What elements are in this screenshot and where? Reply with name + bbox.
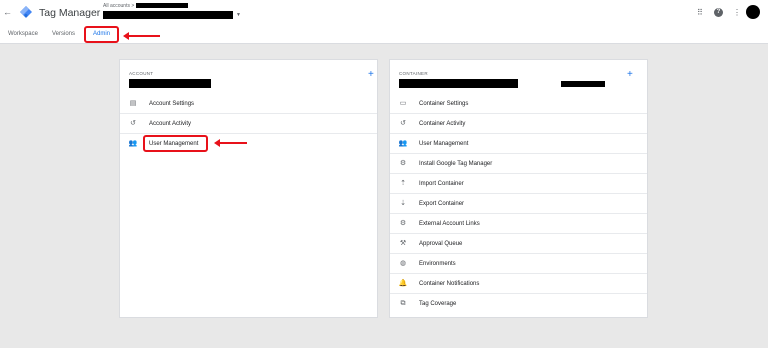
- tag-coverage-label: Tag Coverage: [419, 301, 457, 307]
- window-icon: ▭: [399, 100, 407, 107]
- breadcrumb-text: All accounts >: [103, 3, 135, 9]
- export-container-label: Export Container: [419, 201, 465, 207]
- install-gtm-label: Install Google Tag Manager: [419, 161, 493, 167]
- history-icon: ↺: [400, 120, 406, 127]
- container-section-label: CONTAINER: [399, 71, 428, 76]
- gavel-icon: ⚒: [399, 240, 407, 247]
- upload-icon: ⇡: [400, 180, 406, 187]
- redacted-container-title: [399, 79, 518, 88]
- admin-arrow-annotation: [123, 32, 160, 40]
- import-container-item[interactable]: ⇡ Import Container: [390, 174, 647, 194]
- container-settings-item[interactable]: ▭ Container Settings: [390, 94, 647, 114]
- container-activity-label: Container Activity: [419, 121, 466, 127]
- apps-grid-icon[interactable]: ⠿: [697, 8, 703, 17]
- approval-queue-label: Approval Queue: [419, 241, 463, 247]
- more-vert-icon[interactable]: ⋮: [733, 8, 741, 17]
- user-management-arrow-annotation: [214, 139, 247, 147]
- account-section-label: ACCOUNT: [129, 71, 154, 76]
- tag-coverage-item[interactable]: ⧉ Tag Coverage: [390, 294, 647, 314]
- gear-icon: ⚙: [399, 220, 407, 227]
- globe-icon: ◍: [399, 260, 407, 267]
- redacted-container-name[interactable]: [103, 11, 233, 19]
- container-card: CONTAINER + ▭ Container Settings ↺ Conta…: [389, 59, 648, 318]
- account-card: ACCOUNT + ▤ Account Settings ↺ Account A…: [119, 59, 378, 318]
- tab-workspace[interactable]: Workspace: [8, 31, 38, 38]
- people-icon: 👥: [128, 140, 138, 147]
- redacted-account-name: [136, 3, 189, 9]
- redacted-container-id: [561, 81, 605, 87]
- top-app-bar: ← Tag Manager All accounts > ▼ ⠿ ? ⋮: [0, 0, 768, 25]
- history-icon: ↺: [130, 120, 136, 127]
- app-title: Tag Manager: [39, 7, 101, 19]
- tab-versions[interactable]: Versions: [52, 31, 75, 38]
- avatar[interactable]: [746, 5, 760, 19]
- building-icon: ▤: [129, 100, 137, 107]
- breadcrumb[interactable]: All accounts >: [103, 3, 189, 9]
- sitemap-icon: ⧉: [400, 300, 406, 307]
- admin-highlight-box: [84, 26, 119, 43]
- chevron-down-icon[interactable]: ▼: [236, 12, 241, 18]
- external-account-links-item[interactable]: ⚙ External Account Links: [390, 214, 647, 234]
- container-user-management-label: User Management: [419, 141, 469, 147]
- account-settings-label: Account Settings: [149, 101, 195, 107]
- container-notifications-item[interactable]: 🔔 Container Notifications: [390, 274, 647, 294]
- people-icon: 👥: [398, 140, 408, 147]
- container-user-management-item[interactable]: 👥 User Management: [390, 134, 647, 154]
- bell-icon: 🔔: [398, 280, 408, 287]
- approval-queue-item[interactable]: ⚒ Approval Queue: [390, 234, 647, 254]
- install-gtm-item[interactable]: ⚙ Install Google Tag Manager: [390, 154, 647, 174]
- container-settings-label: Container Settings: [419, 101, 469, 107]
- account-activity-item[interactable]: ↺ Account Activity: [120, 114, 377, 134]
- back-arrow-icon[interactable]: ←: [3, 7, 12, 17]
- account-settings-item[interactable]: ▤ Account Settings: [120, 94, 377, 114]
- container-notifications-label: Container Notifications: [419, 281, 480, 287]
- environments-item[interactable]: ◍ Environments: [390, 254, 647, 274]
- container-activity-item[interactable]: ↺ Container Activity: [390, 114, 647, 134]
- redacted-account-title: [129, 79, 211, 88]
- environments-label: Environments: [419, 261, 456, 267]
- add-container-icon[interactable]: +: [627, 70, 633, 80]
- export-container-item[interactable]: ⇣ Export Container: [390, 194, 647, 214]
- add-account-icon[interactable]: +: [368, 70, 374, 80]
- download-icon: ⇣: [400, 200, 406, 207]
- tag-manager-logo-icon: [20, 6, 32, 18]
- account-activity-label: Account Activity: [149, 121, 192, 127]
- import-container-label: Import Container: [419, 181, 464, 187]
- help-icon[interactable]: ?: [714, 8, 723, 17]
- user-management-highlight-box: [143, 135, 208, 152]
- external-account-links-label: External Account Links: [419, 221, 480, 227]
- gear-icon: ⚙: [399, 160, 407, 167]
